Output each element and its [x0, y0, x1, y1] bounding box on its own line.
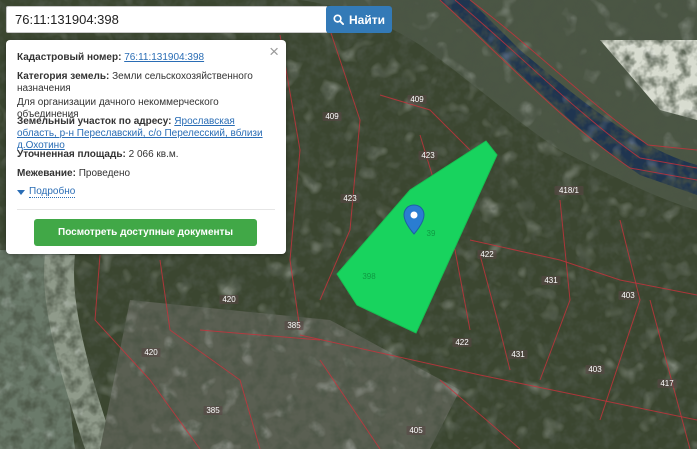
address-label: Земельный участок по адресу: — [17, 116, 172, 127]
cadastral-search-input[interactable] — [6, 6, 328, 33]
search-button-label: Найти — [349, 12, 385, 27]
parcel-number-label[interactable]: 423 — [421, 151, 435, 160]
search-bar: Найти — [6, 6, 392, 33]
parcel-number-label[interactable]: 423 — [343, 194, 357, 203]
divider — [17, 209, 275, 210]
parcel-number-label[interactable]: 409 — [325, 112, 339, 121]
parcel-number-label[interactable]: 417 — [660, 379, 674, 388]
search-icon — [333, 14, 344, 25]
cadastral-number-label: Кадастровый номер: — [17, 52, 122, 63]
parcel-number-label[interactable]: 418/1 — [559, 186, 580, 195]
search-button[interactable]: Найти — [326, 6, 392, 33]
parcel-number-label[interactable]: 431 — [511, 350, 525, 359]
parcel-number-label[interactable]: 385 — [287, 321, 301, 330]
parcel-number-label[interactable]: 420 — [144, 348, 158, 357]
parcel-number-label[interactable]: 422 — [480, 250, 494, 259]
cadastral-number-link[interactable]: 76:11:131904:398 — [124, 52, 204, 63]
view-documents-button[interactable]: Посмотреть доступные документы — [34, 219, 257, 246]
caret-down-icon — [17, 189, 25, 195]
area-label: Уточненная площадь: — [17, 149, 126, 160]
cadastral-number-row: Кадастровый номер: 76:11:131904:398 — [17, 52, 274, 64]
area-value: 2 066 кв.м. — [128, 149, 179, 160]
parcel-number-label[interactable]: 403 — [588, 365, 602, 374]
selected-parcel-label-partial: 39 — [427, 229, 436, 238]
survey-row: Межевание: Проведено — [17, 168, 274, 180]
parcel-number-label[interactable]: 403 — [621, 291, 635, 300]
survey-value: Проведено — [78, 168, 131, 179]
parcel-number-label[interactable]: 422 — [455, 338, 469, 347]
parcel-number-label[interactable]: 420 — [222, 295, 236, 304]
parcel-number-label[interactable]: 431 — [544, 276, 558, 285]
details-toggle[interactable]: Подробно — [17, 186, 76, 198]
details-toggle-label: Подробно — [29, 186, 76, 198]
area-row: Уточненная площадь: 2 066 кв.м. — [17, 149, 274, 161]
parcel-number-label[interactable]: 385 — [206, 406, 220, 415]
parcel-info-popup: × Кадастровый номер: 76:11:131904:398 Ка… — [6, 40, 286, 254]
parcel-number-label[interactable]: 409 — [410, 95, 424, 104]
selected-parcel-label: 398 — [362, 272, 376, 281]
survey-label: Межевание: — [17, 168, 76, 179]
parcel-number-label[interactable]: 405 — [409, 426, 423, 435]
address-row: Земельный участок по адресу: Ярославская… — [17, 116, 274, 152]
land-category-row: Категория земель: Земли сельскохозяйстве… — [17, 71, 274, 95]
land-category-label: Категория земель: — [17, 71, 110, 82]
